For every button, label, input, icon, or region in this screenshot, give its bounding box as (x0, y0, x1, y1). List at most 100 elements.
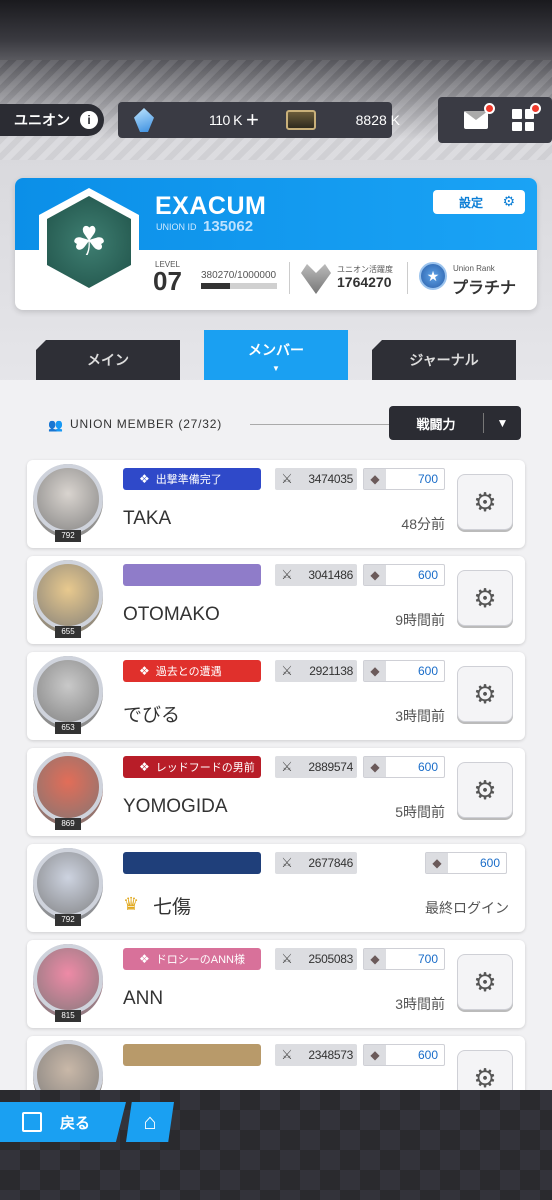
mail-icon[interactable] (464, 111, 488, 129)
contribution: ◆ 600 (363, 756, 445, 778)
gem-resource[interactable]: 110 K + (118, 102, 268, 138)
tab-active-indicator: ▼ (272, 363, 280, 373)
union-settings-button[interactable]: 設定 ⚙ (433, 190, 525, 214)
crossed-swords-icon: ⚔ (281, 663, 293, 678)
home-button[interactable]: ⌂ (126, 1102, 174, 1142)
power-value: 2677846 (308, 856, 353, 870)
member-name-text: でびる (123, 705, 181, 726)
member-count-header: UNION MEMBER (27/32) (70, 417, 223, 431)
avatar[interactable]: 792 (33, 464, 103, 542)
members-icon: 👥 (48, 418, 63, 432)
union-pill[interactable]: ユニオン i (0, 104, 104, 136)
combat-power: ⚔ 2348573 (275, 1044, 357, 1066)
union-level: 07 (153, 266, 182, 296)
last-login: 3時間前 (395, 708, 445, 724)
tab-members[interactable]: メンバー ▼ (204, 330, 348, 382)
combat-power: ⚔ 2889574 (275, 756, 357, 778)
member-name: 七傷 (153, 892, 191, 919)
back-label: 戻る (60, 1114, 91, 1132)
member-row[interactable]: 869 ❖ レッドフードの男前 ⚔ 2889574 ◆ 600 YOMOGIDA… (27, 748, 525, 836)
exit-icon (22, 1112, 42, 1132)
diamond-icon: ◆ (364, 469, 386, 489)
back-button[interactable]: 戻る (0, 1102, 126, 1142)
contribution-value: 600 (479, 856, 500, 870)
member-row[interactable]: 655 ⚔ 3041486 ◆ 600 OTOMAKO 9時間前 ⚙ (27, 556, 525, 644)
contribution-value: 600 (417, 664, 438, 678)
tab-journal[interactable]: ジャーナル (372, 340, 516, 380)
badge-text: 出撃準備完了 (155, 474, 222, 486)
member-row[interactable]: 653 ❖ 過去との遭遇 ⚔ 2921138 ◆ 600 でびる 3時間前 ⚙ (27, 652, 525, 740)
sort-label: 戦闘力 (416, 416, 456, 432)
last-login: 5時間前 (395, 804, 445, 820)
gear-icon: ⚙ (473, 1062, 497, 1093)
title-badge (123, 1044, 261, 1066)
member-settings-button[interactable]: ⚙ (457, 666, 513, 722)
menu-notification-dot (530, 103, 541, 114)
contribution-value: 600 (417, 1048, 438, 1062)
combat-power: ⚔ 3474035 (275, 468, 357, 490)
gear-icon: ⚙ (473, 582, 497, 613)
player-level: 792 (55, 530, 81, 542)
rank-value: プラチナ (452, 280, 517, 297)
crossed-swords-icon: ⚔ (281, 759, 293, 774)
member-settings-button[interactable]: ⚙ (457, 570, 513, 626)
union-pill-label: ユニオン (14, 112, 70, 128)
resource-bar: 110 K + 8828 K (118, 102, 400, 138)
gem-icon (134, 108, 154, 132)
member-name: ANN (123, 988, 163, 1010)
info-icon[interactable]: i (80, 111, 98, 129)
crossed-swords-icon: ⚔ (281, 1047, 293, 1062)
badge-icon: ❖ (139, 760, 150, 774)
member-row[interactable]: 792 ⚔ 2677846 ◆ 600 七傷 ♛ 最終ログイン (27, 844, 525, 932)
player-level: 869 (55, 818, 81, 830)
player-level: 792 (55, 914, 81, 926)
gear-icon: ⚙ (473, 774, 497, 805)
last-login: 9時間前 (395, 612, 445, 628)
tab-main[interactable]: メイン (36, 340, 180, 380)
badge-icon: ❖ (139, 472, 150, 486)
avatar[interactable]: 655 (33, 560, 103, 638)
crossed-swords-icon: ⚔ (281, 471, 293, 486)
bottom-nav: 戻る ⌂ (0, 1090, 552, 1200)
diamond-icon: ◆ (364, 757, 386, 777)
union-info-card: ☘ EXACUM UNION ID 135062 設定 ⚙ LEVEL 07 3… (15, 178, 537, 310)
mail-notification-dot (484, 103, 495, 114)
avatar[interactable]: 815 (33, 944, 103, 1022)
avatar[interactable]: 792 (33, 848, 103, 926)
member-name-text: YOMOGIDA (123, 796, 228, 817)
contribution: ◆ 600 (363, 564, 445, 586)
avatar[interactable]: 653 (33, 656, 103, 734)
avatar[interactable]: 869 (33, 752, 103, 830)
member-settings-button[interactable]: ⚙ (457, 954, 513, 1010)
contribution-value: 600 (417, 760, 438, 774)
caret-down-icon: ▼ (496, 416, 509, 430)
crown-icon: ♛ (123, 894, 140, 914)
union-id-label: UNION ID (156, 222, 197, 232)
badge-icon: ❖ (139, 952, 150, 966)
title-badge: ❖ 出撃準備完了 (123, 468, 261, 490)
top-right-icons (438, 97, 552, 143)
combat-power: ⚔ 2505083 (275, 948, 357, 970)
sort-dropdown[interactable]: 戦闘力 ▼ (389, 406, 521, 440)
add-gems-icon[interactable]: + (246, 109, 268, 131)
ticket-icon (286, 110, 316, 130)
home-icon: ⌂ (143, 1109, 157, 1134)
member-settings-button[interactable]: ⚙ (457, 474, 513, 530)
combat-power: ⚔ 2677846 (275, 852, 357, 874)
gear-icon: ⚙ (502, 193, 515, 209)
member-row[interactable]: 815 ❖ ドロシーのANN様 ⚔ 2505083 ◆ 700 ANN 3時間前… (27, 940, 525, 1028)
contribution: ◆ 600 (363, 1044, 445, 1066)
combat-power: ⚔ 3041486 (275, 564, 357, 586)
member-name-text: 七傷 (153, 897, 192, 918)
member-panel: 👥 UNION MEMBER (27/32) 戦闘力 ▼ 792 ❖ 出撃準備完… (0, 380, 552, 1124)
contribution-value: 700 (417, 952, 438, 966)
last-login: 最終ログイン (425, 900, 509, 916)
power-value: 2505083 (308, 952, 353, 966)
member-row[interactable]: 792 ❖ 出撃準備完了 ⚔ 3474035 ◆ 700 TAKA 48分前 ⚙ (27, 460, 525, 548)
badge-text: ドロシーのANN様 (155, 954, 245, 966)
title-badge: ❖ ドロシーのANN様 (123, 948, 261, 970)
member-settings-button[interactable]: ⚙ (457, 762, 513, 818)
member-name-text: TAKA (123, 508, 172, 529)
badge-icon: ❖ (139, 664, 150, 678)
gear-icon: ⚙ (473, 678, 497, 709)
